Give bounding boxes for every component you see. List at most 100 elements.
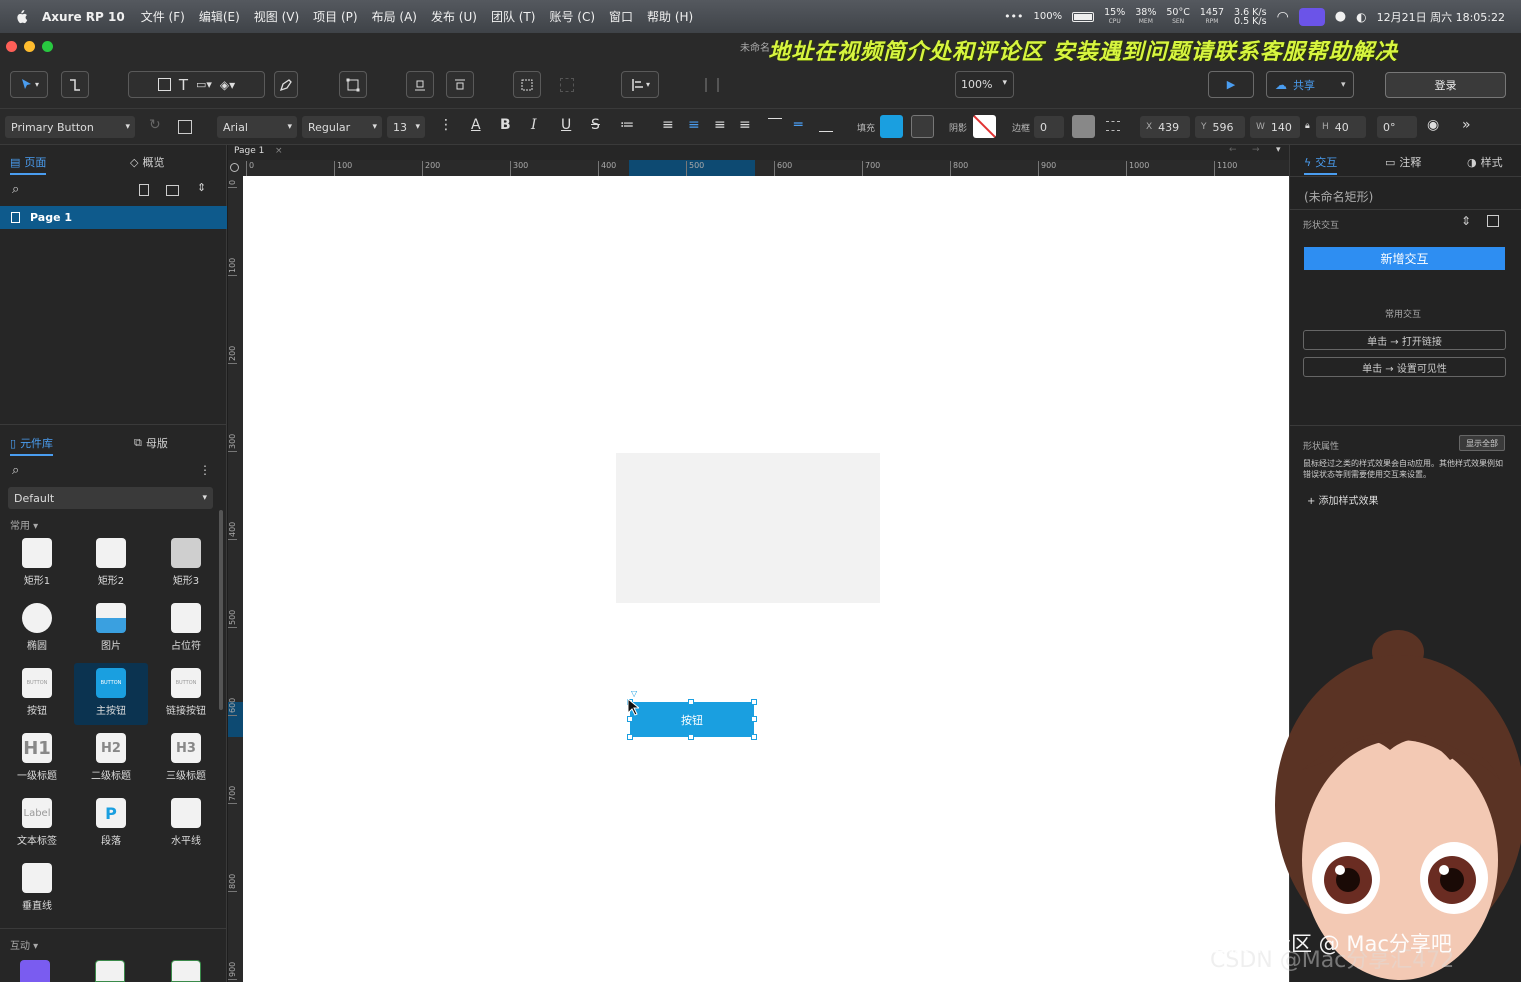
widget-tool-icon[interactable]: ▭▾ <box>196 78 212 91</box>
library-widget[interactable]: 图片 <box>74 598 148 660</box>
height-input[interactable]: H 40 <box>1316 116 1366 138</box>
resize-handle[interactable] <box>751 716 757 722</box>
menu-publish[interactable]: 发布 (U) <box>431 8 477 25</box>
tab-outline[interactable]: ◇ 概览 <box>130 154 164 170</box>
layout-widget-icon[interactable] <box>171 960 201 982</box>
datetime[interactable]: 12月21日 周六 18:05:22 <box>1377 9 1505 25</box>
valign-bottom-icon[interactable]: ⎽ <box>819 117 833 133</box>
section-common[interactable]: 常用 ▾ <box>10 517 38 532</box>
library-widget[interactable]: H2 二级标题 <box>74 728 148 790</box>
point-edit-button[interactable] <box>339 71 367 98</box>
underline-icon[interactable]: U <box>561 117 571 133</box>
connector-tool-button[interactable] <box>61 71 89 98</box>
library-widget[interactable]: Label 文本标签 <box>0 793 74 855</box>
border-style-icon[interactable] <box>1106 121 1120 131</box>
popout-icon[interactable] <box>1487 215 1499 227</box>
tab-page1[interactable]: Page 1 <box>234 146 264 156</box>
library-widget[interactable]: P 段落 <box>74 793 148 855</box>
cpu-stat[interactable]: 15% CPU <box>1104 7 1125 26</box>
pen-tool-button[interactable] <box>274 71 298 98</box>
library-widget[interactable]: 矩形1 <box>0 533 74 595</box>
y-position-input[interactable]: Y 596 <box>1195 116 1245 138</box>
add-page-icon[interactable] <box>139 184 149 196</box>
lock-ratio-icon[interactable]: 🔒︎ <box>1305 121 1310 131</box>
x-position-input[interactable]: X 439 <box>1140 116 1190 138</box>
mem-stat[interactable]: 38% MEM <box>1135 7 1156 26</box>
menu-project[interactable]: 项目 (P) <box>313 8 357 25</box>
fill-image-icon[interactable] <box>911 115 934 138</box>
preview-button[interactable]: ▶ <box>1208 71 1254 98</box>
sort-icon[interactable]: ⇕ <box>197 181 206 194</box>
menu-account[interactable]: 账号 (C) <box>549 8 595 25</box>
menu-layout[interactable]: 布局 (A) <box>372 8 417 25</box>
close-window-button[interactable] <box>6 41 17 52</box>
width-input[interactable]: W 140 <box>1250 116 1300 138</box>
library-widget[interactable]: BUTTON 主按钮 <box>74 663 148 725</box>
forward-icon[interactable]: → <box>1252 145 1260 155</box>
align-button[interactable]: ▾ <box>621 71 659 98</box>
ungroup-icon[interactable] <box>560 78 574 92</box>
library-search-icon[interactable]: ⌕ <box>12 463 19 478</box>
vertical-ruler[interactable]: 0 100 200 300 400 500 600 700 800 900 <box>228 176 243 982</box>
library-widget[interactable]: 占位符 <box>149 598 223 660</box>
strikethrough-icon[interactable]: S <box>591 117 600 133</box>
align-text-right-icon[interactable]: ≡ <box>714 117 726 133</box>
horizontal-ruler[interactable]: 0 100 200 300 400 500 600 700 800 900 1000 1100 <box>243 160 1289 176</box>
action-open-link-button[interactable]: 单击 → 打开链接 <box>1303 330 1506 350</box>
wifi-icon[interactable]: ◠ <box>1277 9 1289 25</box>
menu-edit[interactable]: 编辑(E) <box>199 8 240 25</box>
resize-handle[interactable] <box>627 734 633 740</box>
primary-button-widget[interactable]: 按钮 <box>630 702 754 737</box>
stack-widget-icon[interactable] <box>20 960 50 982</box>
design-canvas[interactable]: 按钮 ▽ <box>243 176 1289 982</box>
style-reset-icon[interactable]: ↻ <box>149 117 161 133</box>
library-widget[interactable]: 矩形3 <box>149 533 223 595</box>
login-button[interactable]: 登录 <box>1385 72 1506 98</box>
ruler-corner[interactable] <box>228 160 243 176</box>
font-color-icon[interactable]: A <box>471 117 481 133</box>
insert-shapes-group[interactable]: T ▭▾ ◈▾ <box>128 71 265 98</box>
back-icon[interactable]: ← <box>1229 145 1237 155</box>
align-text-justify-icon[interactable]: ≡ <box>739 117 751 133</box>
border-color-button[interactable] <box>1072 115 1095 138</box>
valign-middle-icon[interactable]: ═ <box>794 117 802 133</box>
library-widget[interactable]: 水平线 <box>149 793 223 855</box>
library-widget[interactable]: BUTTON 按钮 <box>0 663 74 725</box>
shape-name[interactable]: (未命名矩形) <box>1304 188 1373 205</box>
temp-stat[interactable]: 50°C SEN <box>1166 7 1189 26</box>
menu-help[interactable]: 帮助 (H) <box>647 8 693 25</box>
bullet-list-icon[interactable]: ≔ <box>620 117 634 133</box>
library-widget[interactable]: 椭圆 <box>0 598 74 660</box>
group-button[interactable] <box>513 71 541 98</box>
align-text-center-icon[interactable]: ≡ <box>688 117 700 133</box>
valign-top-icon[interactable]: ⎺ <box>768 117 782 133</box>
share-button[interactable]: ☁ 共享 ▾ <box>1266 71 1354 98</box>
resize-handle[interactable] <box>751 734 757 740</box>
add-interaction-button[interactable]: 新增交互 <box>1304 247 1505 270</box>
tab-list-icon[interactable]: ▾ <box>1276 145 1281 155</box>
tab-library[interactable]: ▯ 元件库 <box>10 435 54 456</box>
page-item-page1[interactable]: Page 1 <box>0 206 227 229</box>
more-menu[interactable]: ••• <box>1004 10 1023 23</box>
font-size-select[interactable]: 13 ▾ <box>387 116 425 138</box>
apple-icon[interactable] <box>14 9 28 24</box>
show-all-button[interactable]: 显示全部 <box>1459 435 1505 451</box>
rotation-input[interactable]: 0° <box>1377 116 1417 138</box>
zoom-select[interactable]: 100% ▾ <box>955 71 1014 98</box>
table-widget-icon[interactable] <box>95 960 125 982</box>
italic-icon[interactable]: I <box>531 117 537 133</box>
bold-icon[interactable]: B <box>500 117 511 133</box>
select-tool-button[interactable]: ▾ <box>10 71 48 98</box>
widget-style-select[interactable]: Primary Button ▾ <box>5 116 135 138</box>
align-text-left-icon[interactable]: ≡ <box>662 117 674 133</box>
visibility-eye-icon[interactable]: ◉ <box>1427 117 1439 133</box>
tab-masters[interactable]: ⧉ 母版 <box>134 435 168 451</box>
more-text-options-icon[interactable]: ⋮ <box>439 117 453 133</box>
wechat-icon[interactable]: ● <box>1335 9 1346 24</box>
resize-handle[interactable] <box>751 699 757 705</box>
library-menu-icon[interactable]: ⋮ <box>199 463 211 477</box>
tab-notes[interactable]: ▭ 注释 <box>1385 154 1421 170</box>
rectangle-shape[interactable] <box>616 453 880 603</box>
resize-handle[interactable] <box>688 699 694 705</box>
shadow-color-button[interactable] <box>973 115 996 138</box>
